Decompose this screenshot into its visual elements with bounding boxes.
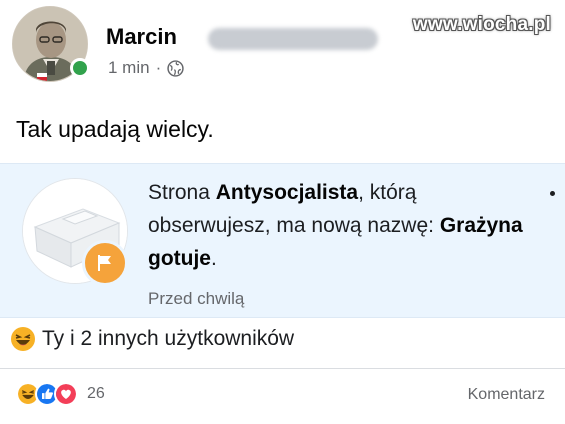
notification-part3: . xyxy=(211,247,217,270)
notification-text: Strona Antysocjalista, którą obserwujesz… xyxy=(148,176,543,275)
post-header: Marcin 1 min · xyxy=(12,6,552,86)
notification-part1: Strona xyxy=(148,181,216,204)
reaction-count: 26 xyxy=(87,385,105,402)
likes-text: Ty i 2 innych użytkowników xyxy=(42,327,295,350)
divider xyxy=(0,368,565,369)
love-reaction-icon xyxy=(54,382,78,406)
reaction-summary[interactable]: 26 xyxy=(16,382,105,406)
likes-summary[interactable]: Ty i 2 innych użytkowników xyxy=(10,326,294,352)
notification-time: Przed chwilą xyxy=(148,289,245,308)
comment-link[interactable]: Komentarz xyxy=(468,386,545,404)
globe-icon[interactable] xyxy=(167,59,184,77)
author-name[interactable]: Marcin xyxy=(106,24,177,50)
blurred-surname xyxy=(208,28,378,50)
page-name-change-card[interactable]: Strona Antysocjalista, którą obserwujesz… xyxy=(0,163,565,318)
haha-reaction-icon xyxy=(11,327,35,351)
post-time[interactable]: 1 min xyxy=(108,58,150,78)
online-status-icon xyxy=(70,58,90,78)
more-options-icon[interactable] xyxy=(550,191,555,196)
post-meta: 1 min · xyxy=(108,58,184,78)
old-page-name[interactable]: Antysocjalista xyxy=(216,181,358,204)
meta-separator: · xyxy=(155,58,162,77)
author-avatar[interactable] xyxy=(12,6,90,82)
flag-icon xyxy=(82,240,128,286)
post-text: Tak upadają wielcy. xyxy=(16,116,214,142)
